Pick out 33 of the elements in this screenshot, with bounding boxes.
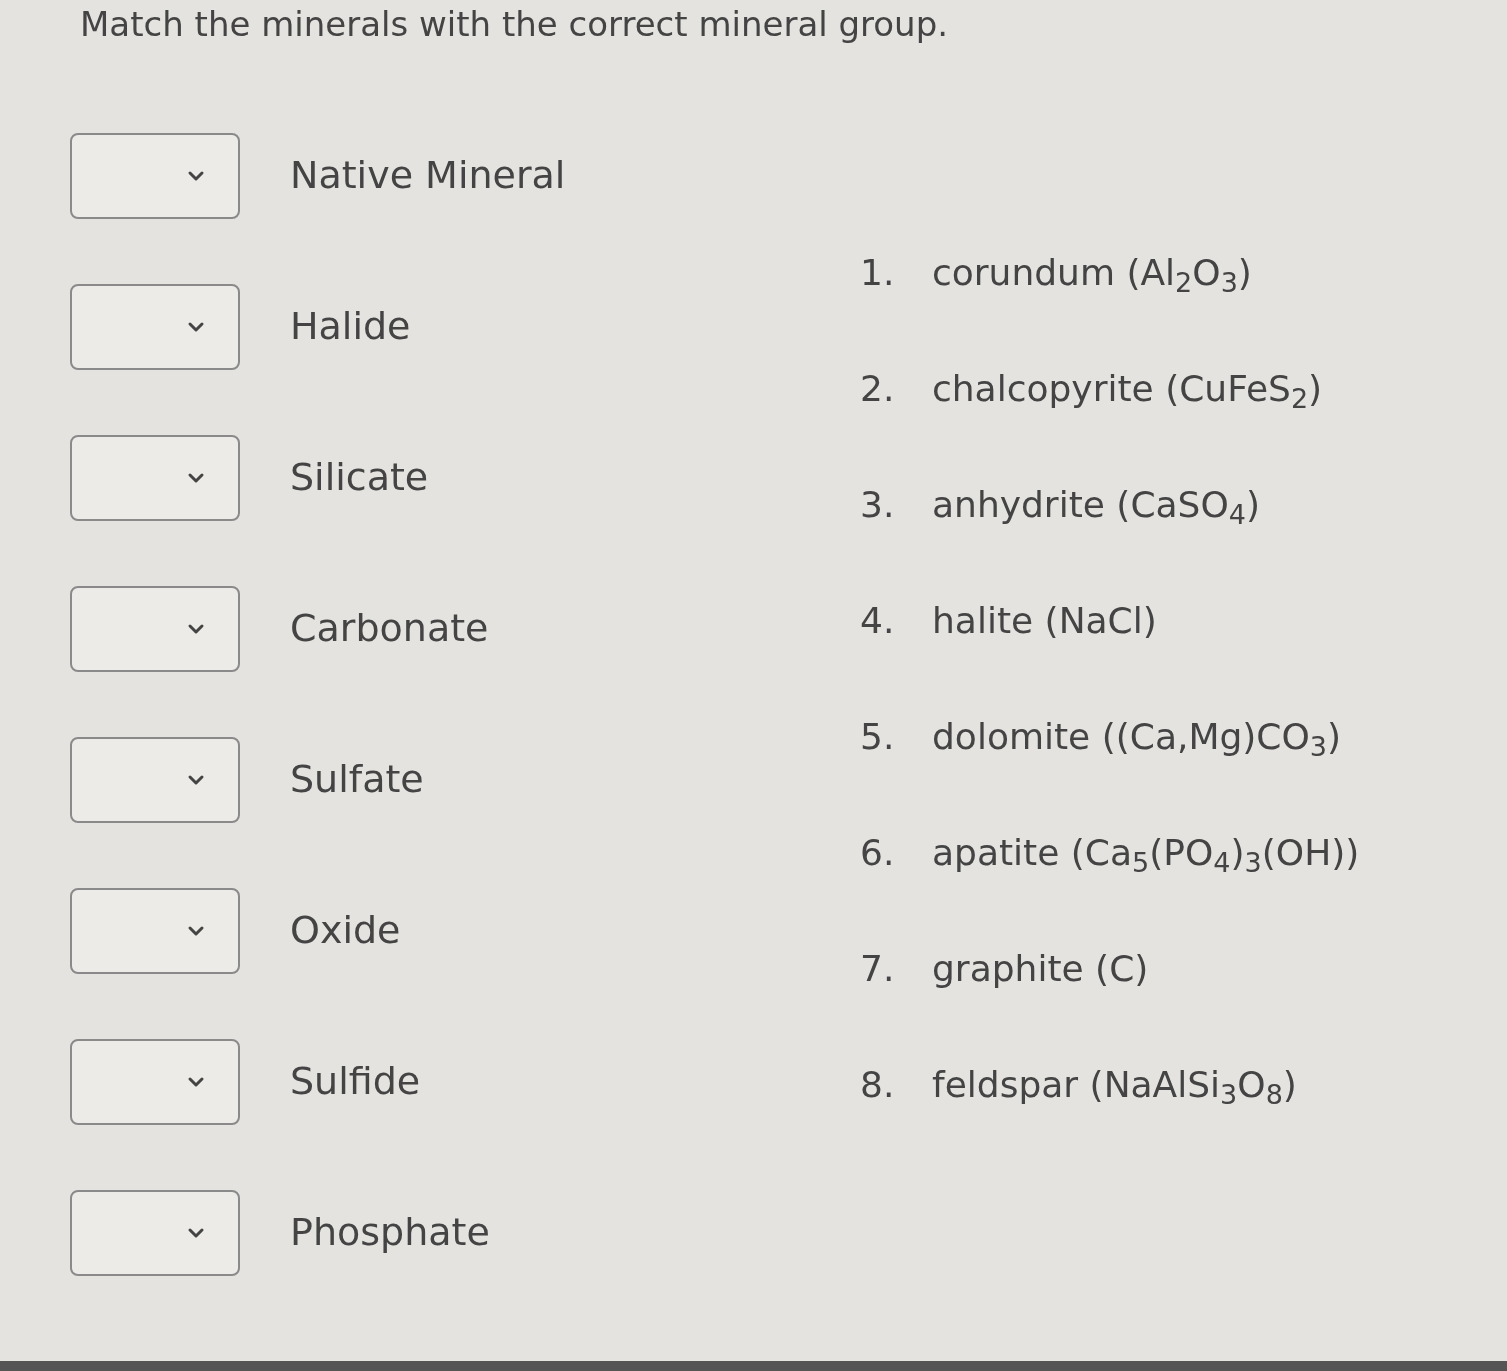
group-label: Halide: [290, 303, 411, 350]
group-label: Sulfate: [290, 756, 424, 803]
question-title: Match the minerals with the correct mineral group.: [80, 3, 950, 46]
item-number: 3.: [860, 483, 896, 527]
mineral-name: graphite (C): [932, 947, 1149, 991]
select-dropdown[interactable]: [70, 887, 240, 974]
item-number: 4.: [860, 599, 896, 643]
select-dropdown[interactable]: [70, 1189, 240, 1276]
group-label: Native Mineral: [290, 152, 566, 199]
group-label: Carbonate: [290, 605, 489, 652]
item-number: 7.: [860, 947, 896, 991]
select-dropdown[interactable]: [70, 132, 240, 219]
mineral-name: anhydrite (CaSO$_{4}$): [932, 483, 1261, 532]
item-number: 6.: [860, 831, 896, 875]
group-label: Silicate: [290, 454, 429, 501]
item-number: 1.: [860, 251, 896, 295]
mineral-name: dolomite ((Ca,Mg)CO$_{3}$): [932, 715, 1342, 764]
item-number: 2.: [860, 367, 896, 411]
select-dropdown[interactable]: [70, 585, 240, 672]
item-number: 5.: [860, 715, 896, 759]
item-number: 8.: [860, 1063, 896, 1107]
mineral-name: corundum (Al$_{2}$O$_{3}$): [932, 251, 1252, 300]
select-dropdown[interactable]: [70, 434, 240, 521]
select-dropdown[interactable]: [70, 1038, 240, 1125]
mineral-name: apatite (Ca$_{5}$(PO$_{4}$)$_{3}$(OH)): [932, 831, 1360, 880]
mineral-name: halite (NaCl): [932, 599, 1157, 643]
group-label: Phosphate: [290, 1209, 490, 1256]
group-label: Oxide: [290, 907, 401, 954]
mineral-name: feldspar (NaAlSi$_{3}$O$_{8}$): [932, 1063, 1297, 1112]
select-dropdown[interactable]: [70, 283, 240, 370]
group-label: Sulfide: [290, 1058, 421, 1105]
select-dropdown[interactable]: [70, 736, 240, 823]
mineral-name: chalcopyrite (CuFeS$_{2}$): [932, 367, 1323, 416]
